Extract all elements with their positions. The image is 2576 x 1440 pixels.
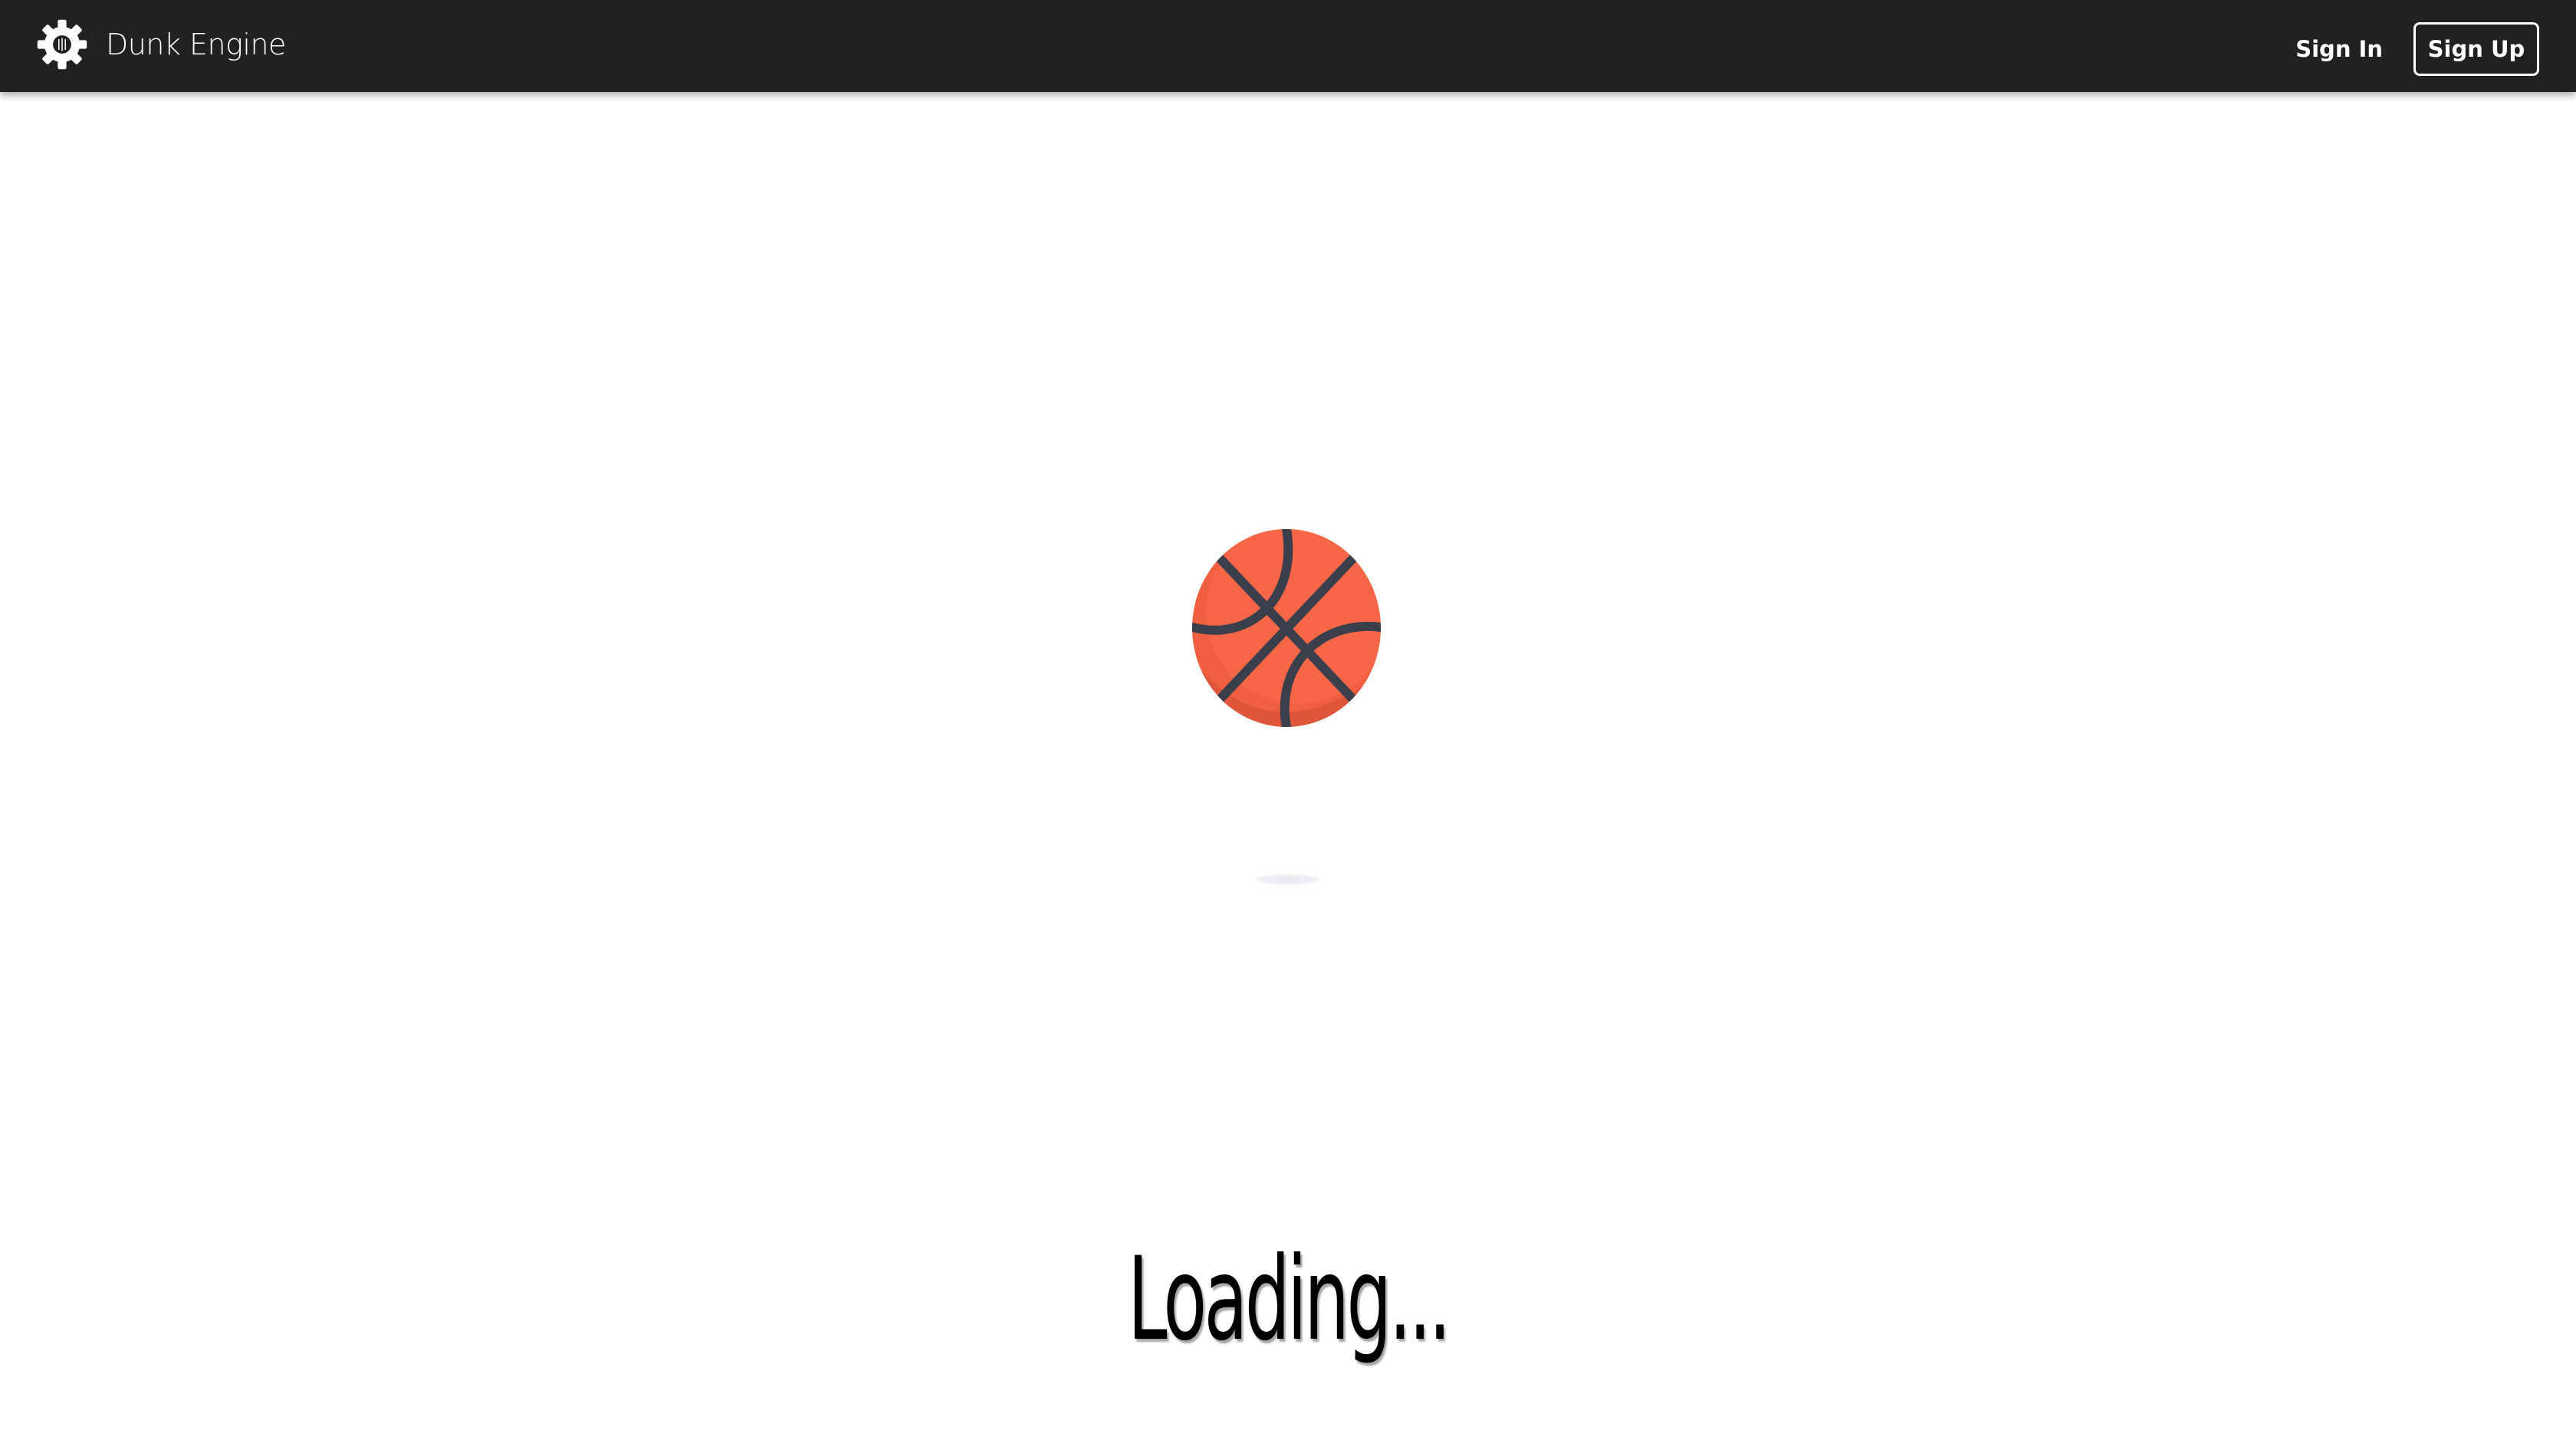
top-navbar: Dunk Engine Sign In Sign Up — [0, 0, 2576, 92]
loading-screen: Loading... — [0, 92, 2576, 1440]
brand-name: Dunk Engine — [106, 28, 286, 61]
brand-home-link[interactable]: Dunk Engine — [35, 17, 286, 72]
basketball-icon — [1192, 529, 1381, 727]
sign-in-link[interactable]: Sign In — [2295, 36, 2383, 62]
sign-up-button[interactable]: Sign Up — [2413, 22, 2539, 76]
loading-text: Loading... — [1127, 1233, 1451, 1366]
gear-icon — [37, 19, 87, 70]
ball-shadow — [1255, 874, 1319, 885]
auth-nav: Sign In Sign Up — [2295, 21, 2539, 77]
